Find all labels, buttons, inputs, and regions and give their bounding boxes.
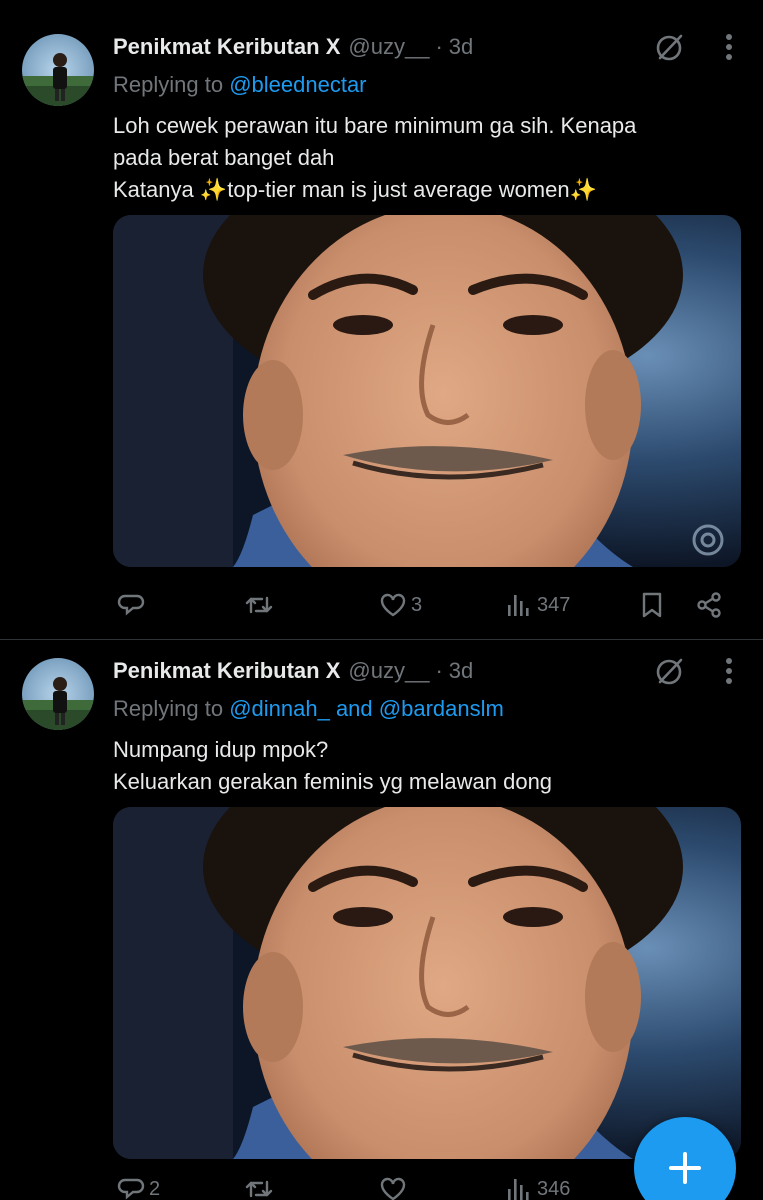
reply-count: 2 (149, 1177, 161, 1200)
like-icon (380, 593, 406, 617)
timestamp[interactable]: 3d (449, 34, 473, 60)
replying-mention[interactable]: @dinnah_ and @bardanslm (229, 696, 504, 721)
like-count: 3 (411, 593, 423, 616)
tweet-media[interactable] (113, 215, 741, 567)
grok-icon[interactable] (653, 655, 685, 687)
tweet-media[interactable] (113, 807, 741, 1159)
timestamp[interactable]: 3d (449, 658, 473, 684)
tweet-text-line: pada berat banget dah (113, 145, 335, 170)
avatar[interactable] (22, 658, 94, 730)
reply-icon (117, 1178, 145, 1200)
retweet-icon (245, 1180, 273, 1198)
like-button[interactable]: 3 (379, 587, 422, 623)
tweet-header: Penikmat Keributan X @uzy__ · 3d (113, 32, 473, 62)
reply-button[interactable]: 2 (117, 1171, 160, 1200)
tweet[interactable]: Penikmat Keributan X @uzy__ · 3d Replyin… (0, 0, 763, 640)
views-button[interactable]: 347 (505, 587, 570, 623)
like-button[interactable] (379, 1171, 411, 1200)
views-button[interactable]: 346 (505, 1171, 570, 1200)
tweet-header: Penikmat Keributan X @uzy__ · 3d (113, 656, 473, 686)
view-count: 346 (537, 1177, 571, 1200)
bookmark-button[interactable] (638, 587, 666, 623)
replying-prefix: Replying to (113, 72, 224, 97)
replying-mention[interactable]: @bleednectar (229, 72, 366, 97)
like-icon (380, 1177, 406, 1200)
more-icon[interactable] (722, 32, 736, 62)
retweet-button[interactable] (245, 587, 277, 623)
views-icon (508, 595, 529, 616)
reply-button[interactable] (117, 587, 149, 623)
plus-icon (669, 1152, 701, 1184)
share-button[interactable] (695, 587, 723, 623)
tweet-text-line: Katanya ✨top-tier man is just average wo… (113, 177, 597, 202)
avatar[interactable] (22, 34, 94, 106)
replying-prefix: Replying to (113, 696, 224, 721)
grok-icon[interactable] (653, 31, 685, 63)
views-icon (508, 1179, 529, 1200)
separator-dot: · (435, 34, 443, 59)
tweet-text-line: Keluarkan gerakan feminis yg melawan don… (113, 769, 553, 794)
retweet-icon (245, 596, 273, 614)
bookmark-icon (642, 592, 662, 618)
tweet-text: Numpang idup mpok? Keluarkan gerakan fem… (113, 734, 733, 798)
tweet[interactable]: Penikmat Keributan X @uzy__ · 3d Replyin… (0, 641, 763, 1200)
tweet-text-line: Loh cewek perawan itu bare minimum ga si… (113, 113, 637, 138)
separator-dot: · (435, 658, 443, 683)
replying-to: Replying to @dinnah_ and @bardanslm (113, 696, 504, 722)
tweet-actions: 3 347 (113, 587, 743, 623)
author-handle[interactable]: @uzy__ (348, 34, 429, 60)
more-icon[interactable] (722, 656, 736, 686)
author-handle[interactable]: @uzy__ (348, 658, 429, 684)
share-icon (697, 592, 721, 618)
author-name[interactable]: Penikmat Keributan X (113, 34, 340, 60)
reply-icon (117, 594, 145, 616)
replying-to: Replying to @bleednectar (113, 72, 367, 98)
tweet-text-line: Numpang idup mpok? (113, 737, 329, 762)
author-name[interactable]: Penikmat Keributan X (113, 658, 340, 684)
retweet-button[interactable] (245, 1171, 277, 1200)
tweet-text: Loh cewek perawan itu bare minimum ga si… (113, 110, 733, 206)
view-count: 347 (537, 593, 571, 616)
